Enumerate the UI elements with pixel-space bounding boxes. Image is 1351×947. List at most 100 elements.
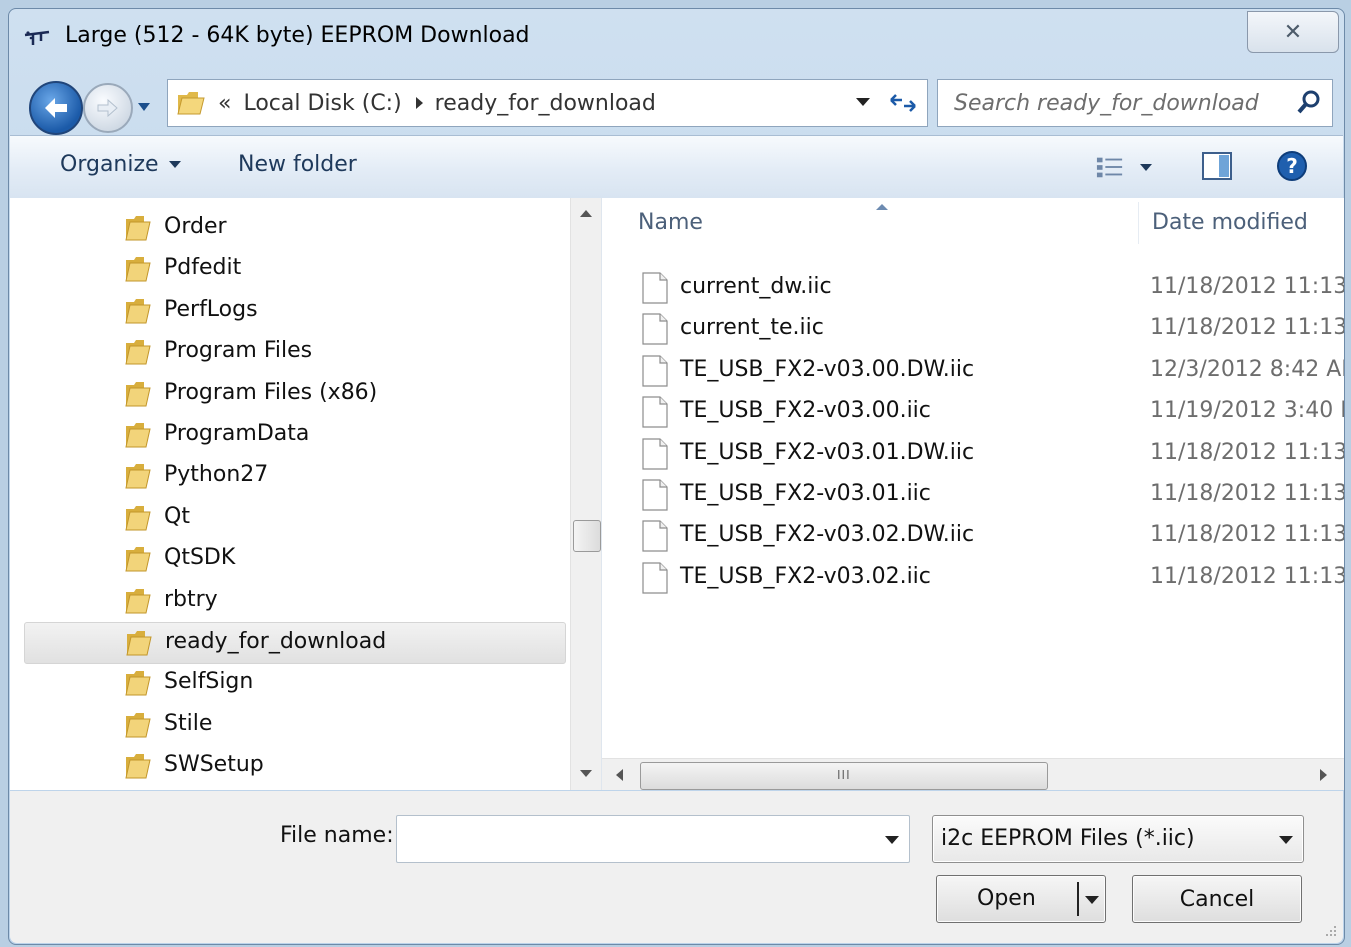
file-row[interactable]: TE_USB_FX2-v03.01.DW.iic 11/18/2012 11:13…	[602, 434, 1344, 474]
organize-button[interactable]: Organize	[60, 152, 181, 177]
tree-item-label: SWSetup	[164, 752, 264, 778]
column-header-date-modified[interactable]: Date modified	[1152, 210, 1308, 235]
breadcrumb-ready-for-download[interactable]: ready_for_download	[435, 91, 656, 116]
resize-grip-icon[interactable]	[1325, 925, 1337, 937]
address-bar[interactable]: « Local Disk (C:) ready_for_download	[167, 79, 881, 127]
new-folder-button[interactable]: New folder	[238, 152, 357, 177]
tree-item[interactable]: Qt	[24, 498, 564, 538]
tree-item[interactable]: Python27	[24, 456, 564, 496]
open-file-dialog: Large (512 - 64K byte) EEPROM Download ✕…	[8, 8, 1345, 945]
folder-icon	[125, 381, 151, 407]
file-name: current_te.iic	[680, 315, 824, 341]
file-row[interactable]: TE_USB_FX2-v03.00.DW.iic 12/3/2012 8:42 A…	[602, 351, 1344, 391]
file-row[interactable]: TE_USB_FX2-v03.00.iic 11/19/2012 3:40 PM	[602, 392, 1344, 432]
tree-item-label: rbtry	[164, 586, 218, 612]
open-options-dropdown-icon[interactable]	[1085, 896, 1099, 904]
folder-icon	[126, 631, 152, 656]
sort-ascending-icon	[876, 204, 888, 210]
tree-item[interactable]: Program Files (x86)	[24, 374, 564, 414]
horizontal-scrollbar[interactable]: III	[602, 758, 1344, 790]
folder-icon	[177, 92, 205, 115]
refresh-icon	[890, 94, 916, 112]
preview-pane-icon[interactable]	[1202, 152, 1232, 180]
address-history-dropdown-icon[interactable]	[856, 98, 870, 106]
navigation-pane[interactable]: Order Pdfedit PerfLogs Program Files Program…	[10, 198, 570, 790]
tree-item-label: ready_for_download	[165, 629, 387, 654]
tree-item[interactable]: Program Files	[24, 332, 564, 372]
recent-pages-dropdown-icon[interactable]	[137, 101, 151, 113]
file-name-label: File name:	[280, 823, 394, 848]
organize-label: Organize	[60, 152, 159, 177]
folder-icon	[125, 298, 151, 324]
chevron-down-icon	[1279, 836, 1293, 844]
tree-item[interactable]: SWSetup	[24, 746, 564, 786]
tree-item-label: Order	[164, 214, 227, 239]
file-row[interactable]: current_dw.iic 11/18/2012 11:13 ...	[602, 268, 1344, 308]
tree-item[interactable]: Stile	[24, 705, 564, 745]
file-date-modified: 11/18/2012 11:13 ...	[1150, 522, 1344, 548]
tree-item-selected[interactable]: ready_for_download	[24, 622, 566, 664]
search-box[interactable]	[937, 79, 1333, 127]
scroll-thumb[interactable]: III	[640, 762, 1048, 790]
file-name: TE_USB_FX2-v03.01.DW.iic	[680, 439, 975, 465]
scroll-down-icon[interactable]	[580, 770, 592, 777]
file-row[interactable]: current_te.iic 11/18/2012 11:13 ...	[602, 309, 1344, 349]
file-date-modified: 11/18/2012 11:13 ...	[1150, 563, 1344, 589]
scroll-left-icon[interactable]	[616, 769, 623, 781]
tree-item[interactable]: PerfLogs	[24, 291, 564, 331]
help-icon[interactable]: ?	[1276, 150, 1308, 182]
folder-icon	[125, 588, 151, 614]
navigation-scrollbar[interactable]	[570, 198, 601, 790]
close-button[interactable]: ✕	[1247, 11, 1339, 53]
file-icon	[642, 355, 668, 387]
folder-icon	[125, 547, 151, 572]
tree-item[interactable]: Pdfedit	[24, 249, 564, 289]
file-icon	[642, 272, 668, 304]
file-row[interactable]: TE_USB_FX2-v03.01.iic 11/18/2012 11:13 ..…	[602, 475, 1344, 515]
folder-icon	[125, 257, 151, 282]
file-type-select[interactable]: i2c EEPROM Files (*.iic)	[932, 815, 1304, 863]
folder-icon	[125, 464, 151, 489]
file-name-dropdown-icon[interactable]	[885, 836, 899, 844]
tree-item-label: Pdfedit	[164, 255, 242, 281]
search-icon[interactable]	[1294, 88, 1324, 118]
file-list-pane[interactable]: Name Date modified III current_dw.iic 11/…	[601, 198, 1344, 790]
file-name: current_dw.iic	[680, 274, 832, 299]
file-name-combo[interactable]	[396, 815, 910, 863]
scroll-up-icon[interactable]	[580, 210, 592, 217]
folder-icon	[125, 423, 151, 448]
file-row[interactable]: TE_USB_FX2-v03.02.DW.iic 11/18/2012 11:13…	[602, 516, 1344, 556]
tree-item[interactable]: ProgramData	[24, 415, 564, 455]
column-header-name[interactable]: Name	[638, 210, 703, 235]
folder-icon	[125, 671, 151, 696]
svg-text:?: ?	[1286, 154, 1298, 178]
address-overflow-chevron[interactable]: «	[218, 91, 231, 116]
file-name: TE_USB_FX2-v03.02.iic	[680, 563, 931, 589]
change-view-button[interactable]	[1096, 154, 1152, 180]
file-icon	[642, 562, 668, 594]
search-input[interactable]	[952, 89, 1294, 117]
file-date-modified: 11/18/2012 11:13 ...	[1150, 315, 1344, 341]
refresh-button[interactable]	[879, 79, 928, 127]
cancel-button[interactable]: Cancel	[1132, 875, 1302, 923]
scroll-right-icon[interactable]	[1320, 769, 1327, 781]
breadcrumb-separator-icon[interactable]	[415, 97, 423, 109]
tree-item[interactable]: Order	[24, 208, 564, 248]
breadcrumb-local-disk[interactable]: Local Disk (C:)	[243, 91, 401, 116]
tree-item[interactable]: rbtry	[24, 581, 564, 621]
tree-item[interactable]: QtSDK	[24, 539, 564, 579]
file-date-modified: 11/18/2012 11:13 ...	[1150, 481, 1344, 506]
command-bar: Organize New folder ?	[10, 135, 1343, 199]
folder-icon	[125, 712, 151, 738]
forward-button[interactable]	[83, 83, 133, 133]
tree-item[interactable]: SelfSign	[24, 663, 564, 703]
back-button[interactable]	[29, 81, 83, 135]
column-headers: Name Date modified	[602, 198, 1344, 248]
file-name-input[interactable]	[405, 816, 879, 860]
tree-item-label: PerfLogs	[164, 296, 258, 322]
column-divider[interactable]	[1138, 202, 1139, 244]
scroll-thumb[interactable]	[573, 520, 601, 552]
file-row[interactable]: TE_USB_FX2-v03.02.iic 11/18/2012 11:13 ..…	[602, 558, 1344, 598]
open-button[interactable]: Open	[936, 875, 1106, 923]
close-icon: ✕	[1283, 19, 1303, 45]
